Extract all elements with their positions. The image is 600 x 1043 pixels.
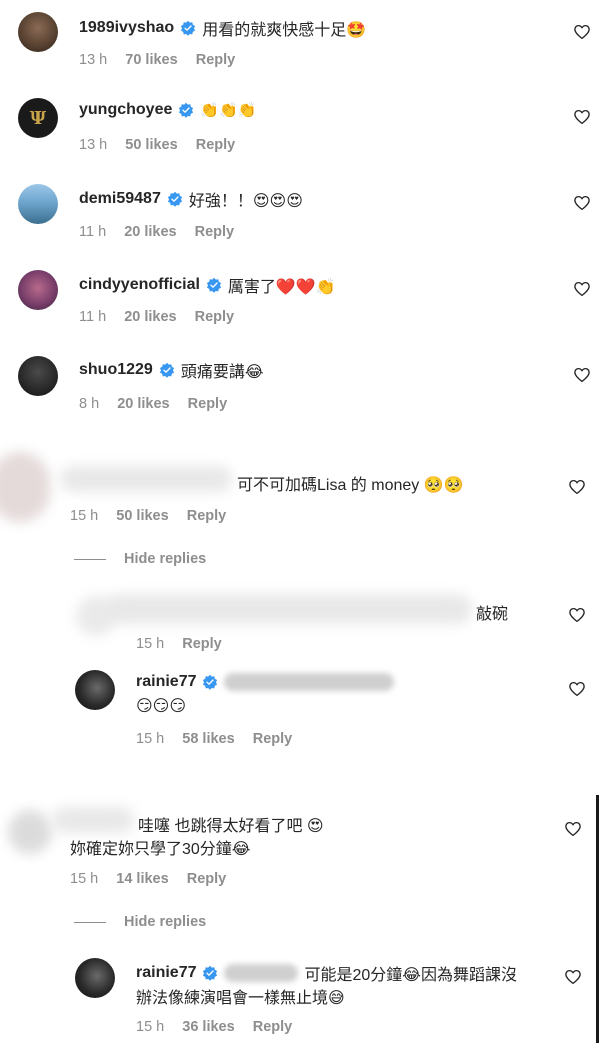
comment-likes[interactable]: 70 likes [125,52,177,68]
comment-username[interactable]: cindyyenofficial [79,276,200,294]
comment-text-line2: 妳確定妳只學了30分鐘😂 [70,841,251,858]
comment-likes[interactable]: 14 likes [116,871,168,887]
reply-username[interactable]: rainie77 [136,673,196,691]
heart-outline-icon[interactable] [573,23,591,41]
avatar[interactable] [18,356,58,396]
reply-time: 15 h [136,636,165,652]
comment-time: 8 h [79,396,100,412]
blurred-mention [224,673,395,691]
avatar[interactable]: Ψ [18,98,58,138]
blurred-avatar [8,810,52,854]
divider [74,921,106,923]
verified-badge-icon [167,191,183,207]
comment-username[interactable]: 1989ivyshao [79,19,174,37]
heart-outline-icon[interactable] [573,366,591,384]
verified-badge-icon [159,362,175,378]
hide-replies-label: Hide replies [124,551,207,567]
reply-likes[interactable]: 36 likes [182,1019,234,1035]
heart-outline-icon[interactable] [568,478,586,496]
reply-likes[interactable]: 58 likes [182,731,234,747]
blurred-username [60,466,232,492]
comment-text: 哇噻 也跳得太好看了吧 😍 [138,818,324,835]
comment-text: 可不可加碼Lisa 的 money 🥺🥺 [237,477,464,494]
heart-outline-icon[interactable] [568,680,586,698]
comment-time: 15 h [70,871,99,887]
heart-outline-icon[interactable] [564,968,582,986]
reply-button[interactable]: Reply [196,52,236,68]
reply-username[interactable]: rainie77 [136,964,196,982]
reply-text: 敲碗 [476,606,509,623]
comment-text: 好強！！😍😍😍 [188,193,303,210]
reply-button[interactable]: Reply [182,636,222,652]
verified-badge-icon [180,20,196,36]
blurred-username [104,594,472,624]
reply-button[interactable]: Reply [187,508,227,524]
verified-badge-icon [178,102,194,118]
heart-outline-icon[interactable] [564,820,582,838]
reply-button[interactable]: Reply [187,871,227,887]
reply-text-line2: 辦法像練演唱會一樣無止境😅 [136,990,345,1007]
comment-time: 13 h [79,52,108,68]
reply-text: 😏😏😏 [136,698,187,715]
reply-button[interactable]: Reply [188,396,228,412]
avatar[interactable] [75,670,115,710]
comment-likes[interactable]: 20 likes [117,396,169,412]
comment-time: 11 h [79,309,107,325]
heart-outline-icon[interactable] [573,108,591,126]
reply-button[interactable]: Reply [195,309,235,325]
avatar[interactable] [18,184,58,224]
heart-outline-icon[interactable] [573,280,591,298]
hide-replies-button[interactable]: Hide replies [74,551,206,567]
hide-replies-label: Hide replies [124,914,207,930]
reply-text: 可能是20分鐘😂因為舞蹈課沒 [304,967,517,984]
comment-likes[interactable]: 20 likes [124,224,176,240]
logo-icon: Ψ [29,107,47,129]
reply-button[interactable]: Reply [196,137,236,153]
reply-button[interactable]: Reply [253,731,293,747]
reply-time: 15 h [136,1019,165,1035]
comment-username[interactable]: demi59487 [79,190,161,208]
comment-likes[interactable]: 50 likes [116,508,168,524]
blurred-avatar [0,452,50,522]
heart-outline-icon[interactable] [573,194,591,212]
comment-text: 👏👏👏 [200,101,257,119]
reply-button[interactable]: Reply [195,224,235,240]
comment-likes[interactable]: 50 likes [125,137,177,153]
verified-badge-icon [202,674,218,690]
comment-likes[interactable]: 20 likes [124,309,176,325]
reply-button[interactable]: Reply [253,1019,293,1035]
comment-username[interactable]: shuo1229 [79,361,153,379]
avatar[interactable] [75,958,115,998]
comment-time: 11 h [79,224,107,240]
comment-time: 15 h [70,508,99,524]
screenshot-edge [596,795,599,1043]
hide-replies-button[interactable]: Hide replies [74,914,206,930]
comment-time: 13 h [79,137,108,153]
reply-time: 15 h [136,731,165,747]
blurred-mention [224,964,299,982]
comment-username[interactable]: yungchoyee [79,101,172,119]
avatar[interactable] [18,12,58,52]
comment-text: 用看的就爽快感十足🤩 [202,22,367,39]
verified-badge-icon [206,277,222,293]
comment-text: 厲害了❤️❤️👏 [227,279,336,296]
avatar[interactable] [18,270,58,310]
comment-text: 頭痛要講😂 [180,364,264,381]
divider [74,558,106,560]
verified-badge-icon [202,965,218,981]
heart-outline-icon[interactable] [568,606,586,624]
blurred-username [52,807,134,833]
